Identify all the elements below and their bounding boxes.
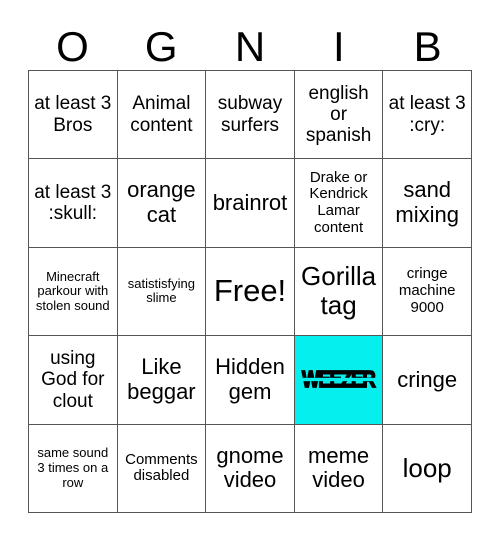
- bingo-cell-r1c2[interactable]: Animal content: [117, 71, 207, 160]
- bingo-card: O G N I B at least 3 Bros Animal content s…: [0, 0, 500, 544]
- bingo-cell-label: english or spanish: [305, 82, 372, 147]
- header-letter-3: N: [234, 23, 266, 70]
- bingo-cell-label: orange cat: [127, 177, 196, 228]
- bingo-cell-r2c5[interactable]: sand mixing: [383, 159, 472, 248]
- bingo-cell-label: same sound 3 times on a row: [37, 445, 109, 490]
- bingo-cell-r2c1[interactable]: at least 3 :skull:: [29, 159, 118, 248]
- bingo-cell-label: Comments disabled: [125, 450, 198, 485]
- bingo-cell-label: Hidden gem: [215, 354, 285, 404]
- bingo-cell-r4c1[interactable]: using God for clout: [29, 336, 118, 425]
- bingo-cell-r3c3[interactable]: Free!: [206, 247, 295, 337]
- bingo-cell-label: Minecraft parkour with stolen sound: [35, 268, 110, 313]
- bingo-cell-label: cringe machine 9000: [398, 265, 456, 316]
- bingo-cell-r1c1[interactable]: at least 3 Bros: [29, 71, 118, 160]
- bingo-cell-label: gnome video: [216, 442, 284, 493]
- header-letter-2: G: [144, 23, 178, 70]
- bingo-cell-label: subway surfers: [217, 93, 283, 136]
- bingo-cell-label: at least 3 Bros: [34, 93, 112, 136]
- bingo-cell-r3c4[interactable]: Gorilla tag: [294, 247, 384, 337]
- bingo-cell-label: at least 3 :skull:: [34, 181, 112, 225]
- bingo-cell-label: using God for clout: [41, 347, 105, 412]
- bingo-cell-r4c5[interactable]: cringe: [383, 336, 472, 425]
- bingo-cell-label: sand mixing: [395, 177, 459, 228]
- bingo-cell-label: Free!: [213, 273, 287, 309]
- bingo-cell-r4c2[interactable]: Like beggar: [117, 336, 207, 425]
- bingo-cell-label: meme video: [308, 442, 370, 493]
- bingo-cell-r5c4[interactable]: meme video: [294, 424, 384, 513]
- bingo-cell-r4c4[interactable]: WEEZER: [294, 336, 384, 425]
- bingo-cell-label: satistisfying slime: [127, 275, 195, 306]
- bingo-cell-label: brainrot: [212, 189, 288, 215]
- header-letter-5: B: [413, 23, 442, 70]
- bingo-cell-r2c2[interactable]: orange cat: [117, 159, 207, 248]
- bingo-cell-r1c4[interactable]: english or spanish: [294, 71, 384, 160]
- bingo-cell-label: at least 3 :cry:: [388, 93, 466, 136]
- bingo-cell-label: Gorilla tag: [301, 261, 377, 321]
- bingo-cell-r5c5[interactable]: loop: [383, 424, 472, 513]
- bingo-cell-r3c1[interactable]: Minecraft parkour with stolen sound: [29, 247, 118, 337]
- bingo-cell-r3c2[interactable]: satistisfying slime: [117, 247, 207, 337]
- header-letter-1: O: [56, 23, 89, 70]
- bingo-cell-r3c5[interactable]: cringe machine 9000: [383, 247, 472, 337]
- bingo-cell-r1c3[interactable]: subway surfers: [206, 71, 295, 160]
- bingo-cell-r5c1[interactable]: same sound 3 times on a row: [29, 424, 118, 513]
- bingo-grid: at least 3 Bros Animal content subway surf…: [28, 70, 472, 513]
- bingo-cell-label: Drake or Kendrick Lamar content: [309, 168, 368, 236]
- bingo-cell-label: Like beggar: [127, 354, 196, 404]
- bingo-cell-r2c4[interactable]: Drake or Kendrick Lamar content: [294, 159, 384, 248]
- bingo-cell-r4c3[interactable]: Hidden gem: [206, 336, 295, 425]
- bingo-cell-r5c2[interactable]: Comments disabled: [117, 424, 207, 513]
- bingo-cell-r1c5[interactable]: at least 3 :cry:: [383, 71, 472, 160]
- header-letter-4: I: [332, 23, 345, 70]
- bingo-cell-r2c3[interactable]: brainrot: [206, 159, 295, 248]
- bingo-cell-label: Animal content: [130, 93, 193, 136]
- bingo-cell-label: loop: [402, 452, 452, 483]
- bingo-cell-r5c3[interactable]: gnome video: [206, 424, 295, 513]
- bingo-cell-label: cringe: [397, 366, 458, 392]
- bingo-header-row: O G N I B: [28, 20, 472, 70]
- weezer-logo: WEEZER: [300, 367, 377, 393]
